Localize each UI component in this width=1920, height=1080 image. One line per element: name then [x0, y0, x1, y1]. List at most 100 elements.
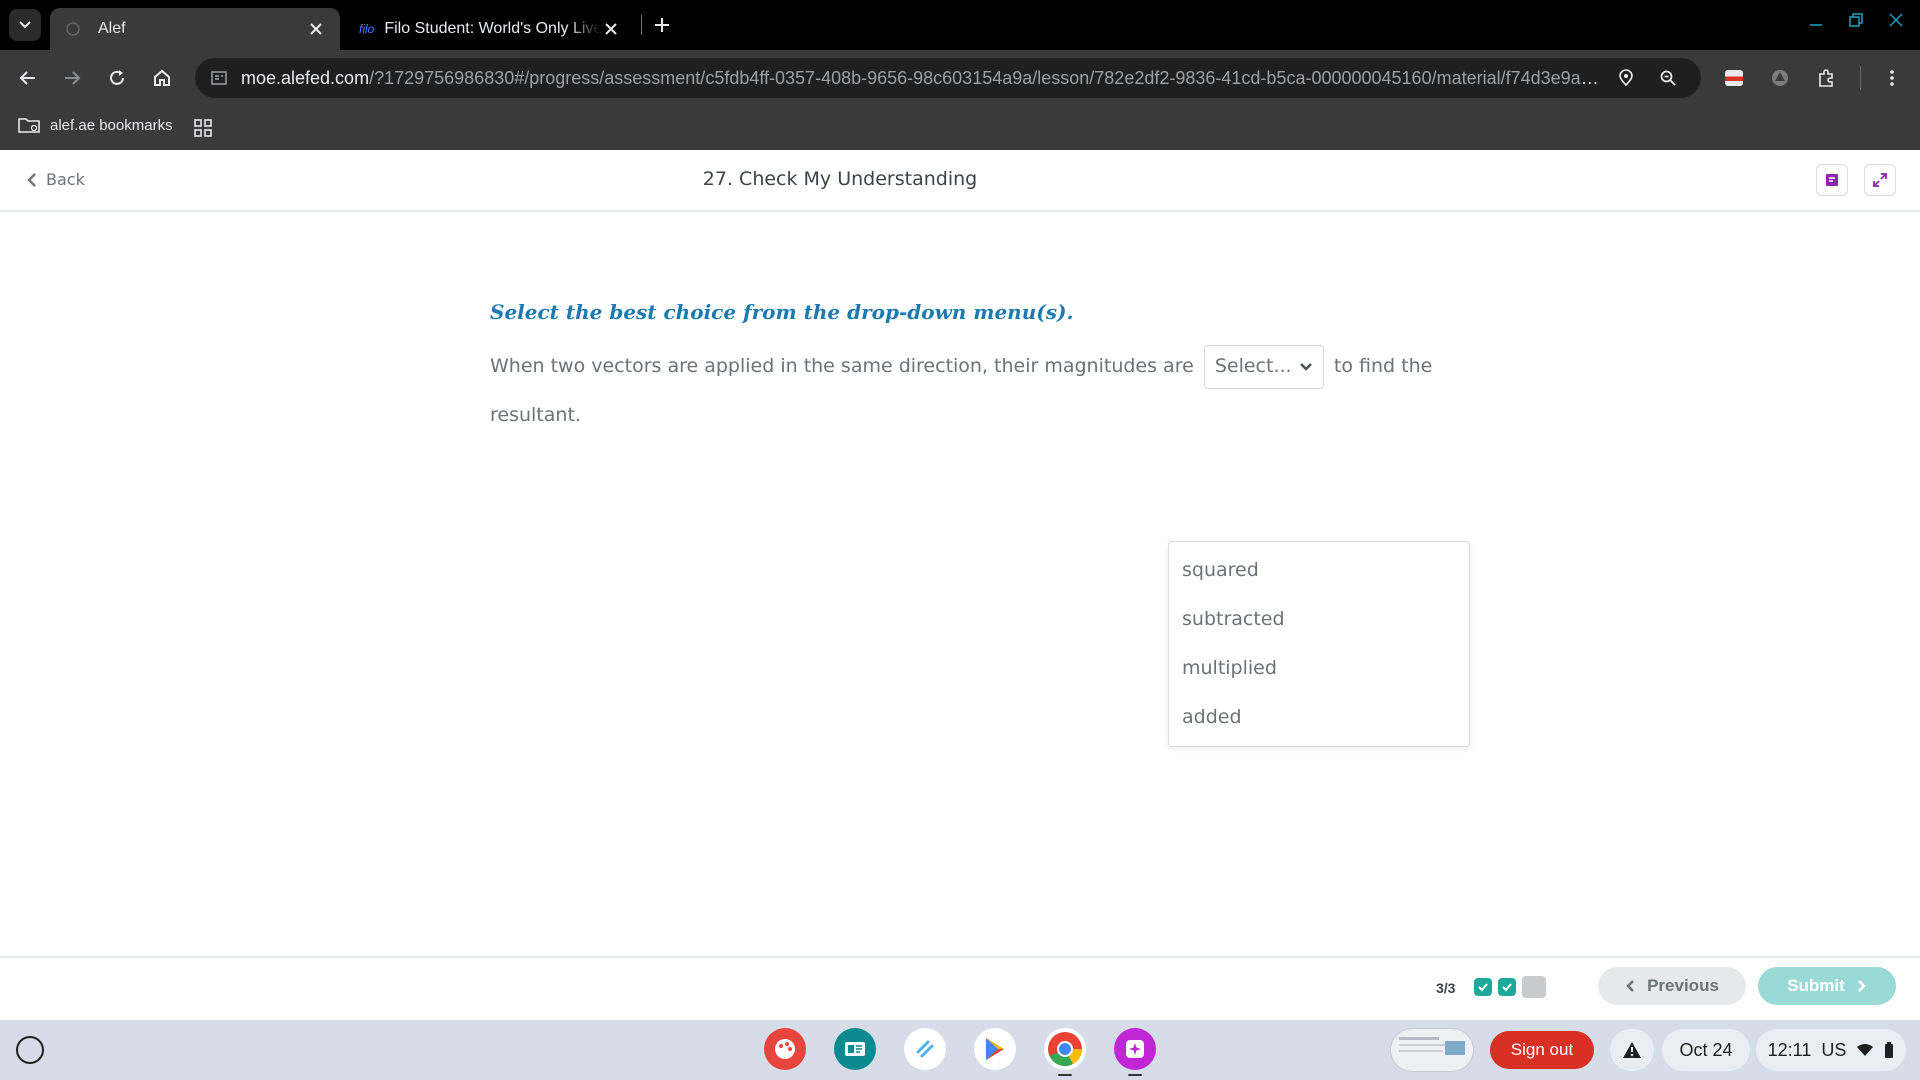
link-app-icon[interactable] [904, 1028, 946, 1070]
dropdown-option[interactable]: subtracted [1169, 595, 1469, 644]
screen-capture-thumbnail[interactable] [1390, 1028, 1474, 1072]
progress-current[interactable] [1522, 976, 1546, 998]
extensions-button[interactable] [1812, 64, 1840, 92]
minimize-icon[interactable] [1804, 8, 1828, 32]
tab-search-button[interactable] [9, 9, 41, 41]
answer-select[interactable]: Select... [1203, 344, 1324, 389]
reload-button[interactable] [103, 64, 131, 92]
bookmark-folder[interactable]: alef.ae bookmarks [18, 116, 173, 134]
glossary-button[interactable] [1816, 164, 1848, 196]
profile-extension-button[interactable] [1766, 64, 1794, 92]
status-tray[interactable]: 12:11 US [1756, 1029, 1906, 1071]
chevron-left-icon [1626, 980, 1635, 992]
progress-check-2[interactable] [1498, 978, 1516, 996]
locale-text: US [1821, 1039, 1847, 1060]
tab-alef[interactable]: Alef [50, 8, 340, 50]
system-shelf: Sign out Oct 24 12:11 US [0, 1020, 1920, 1080]
close-icon[interactable] [601, 19, 621, 39]
progress-check-1[interactable] [1474, 978, 1492, 996]
select-placeholder: Select... [1214, 355, 1292, 377]
question-part-3: resultant. [490, 404, 581, 426]
play-store-icon[interactable] [974, 1028, 1016, 1070]
progress-count: 3/3 [1436, 980, 1456, 996]
submit-label: Submit [1787, 976, 1845, 995]
chrome-icon[interactable] [1044, 1028, 1086, 1070]
arrow-right-icon [65, 71, 81, 85]
date-text: Oct 24 [1679, 1039, 1733, 1060]
restore-icon[interactable] [1844, 8, 1868, 32]
question-part-2: to find the [1333, 355, 1433, 377]
extension-app-icon [1725, 70, 1743, 86]
close-icon[interactable] [306, 19, 326, 39]
warning-icon [1623, 1042, 1641, 1058]
chevron-down-icon [1299, 362, 1312, 371]
tab-filo[interactable]: filo Filo Student: World's Only Live Ins… [345, 8, 635, 50]
warning-button[interactable] [1610, 1029, 1654, 1071]
wifi-icon [1857, 1043, 1874, 1056]
folder-icon [18, 118, 40, 133]
zoom-icon[interactable] [1657, 67, 1679, 89]
page-title: 27. Check My Understanding [702, 168, 978, 190]
close-window-icon[interactable] [1884, 8, 1908, 32]
home-button[interactable] [148, 64, 176, 92]
new-tab-button[interactable] [650, 13, 674, 37]
fullscreen-button[interactable] [1864, 164, 1896, 196]
filo-favicon-icon: filo [359, 20, 374, 38]
dropdown-option[interactable]: multiplied [1169, 644, 1469, 693]
sign-out-button[interactable]: Sign out [1490, 1031, 1594, 1069]
apps-grid-icon[interactable] [192, 117, 214, 139]
plus-icon [655, 18, 669, 32]
menu-button[interactable] [1878, 64, 1906, 92]
running-indicator [1058, 1074, 1072, 1076]
window-controls [1804, 8, 1908, 32]
extension-circle-icon [1772, 70, 1788, 86]
arrow-left-icon [19, 71, 35, 85]
toolbar-separator [1860, 66, 1861, 90]
date-tray[interactable]: Oct 24 [1662, 1029, 1750, 1071]
alef-favicon-icon [64, 20, 82, 38]
chevron-right-icon [1857, 980, 1866, 992]
tab-title: Filo Student: World's Only Live Instant … [384, 20, 601, 37]
forward-nav-button[interactable] [58, 64, 86, 92]
location-pin-icon[interactable] [1615, 67, 1637, 89]
time-text: 12:11 [1767, 1039, 1812, 1060]
extension-button[interactable] [1720, 64, 1748, 92]
tab-strip: Alef filo Filo Student: World's Only Liv… [0, 0, 1920, 50]
tab-title: Alef [98, 20, 126, 37]
check-icon [1478, 983, 1488, 992]
expand-icon [1873, 173, 1887, 187]
launcher-button[interactable] [16, 1036, 44, 1064]
instruction-text: Select the best choice from the drop-dow… [490, 300, 1074, 324]
answer-dropdown-menu: squared subtracted multiplied added [1168, 541, 1470, 747]
check-icon [1502, 983, 1512, 992]
puzzle-icon [1819, 69, 1833, 87]
running-indicator [1128, 1074, 1142, 1076]
question-part-1: When two vectors are applied in the same… [490, 355, 1194, 377]
url-text: moe.alefed.com/?1729756986830#/progress/… [241, 68, 1601, 89]
dropdown-option[interactable]: squared [1169, 546, 1469, 595]
page-header: Back 27. Check My Understanding [0, 150, 1920, 212]
canvas-app-icon[interactable] [764, 1028, 806, 1070]
bookmark-folder-label: alef.ae bookmarks [50, 116, 173, 134]
dropdown-option[interactable]: added [1169, 693, 1469, 742]
more-vert-icon [1890, 70, 1894, 86]
browser-toolbar: moe.alefed.com/?1729756986830#/progress/… [0, 50, 1920, 106]
battery-icon [1885, 1042, 1894, 1058]
question-content: Select the best choice from the drop-dow… [490, 300, 1490, 440]
submit-button[interactable]: Submit [1758, 967, 1896, 1005]
sparkle-app-icon[interactable] [1114, 1028, 1156, 1070]
home-icon [154, 69, 170, 86]
classroom-app-icon[interactable] [834, 1028, 876, 1070]
back-nav-button[interactable] [14, 64, 42, 92]
previous-button[interactable]: Previous [1598, 967, 1746, 1005]
previous-label: Previous [1647, 976, 1719, 995]
url-host: moe.alefed.com [241, 68, 370, 88]
sign-out-label: Sign out [1510, 1040, 1574, 1059]
chevron-down-icon [19, 21, 31, 29]
book-icon [1826, 174, 1838, 186]
url-path: /?1729756986830#/progress/assessment/c5f… [369, 68, 1601, 88]
question-text: When two vectors are applied in the same… [490, 342, 1490, 440]
site-info-icon[interactable] [209, 68, 229, 88]
address-bar[interactable]: moe.alefed.com/?1729756986830#/progress/… [195, 58, 1701, 98]
lesson-page: Back 27. Check My Understanding Select t… [0, 150, 1920, 1020]
